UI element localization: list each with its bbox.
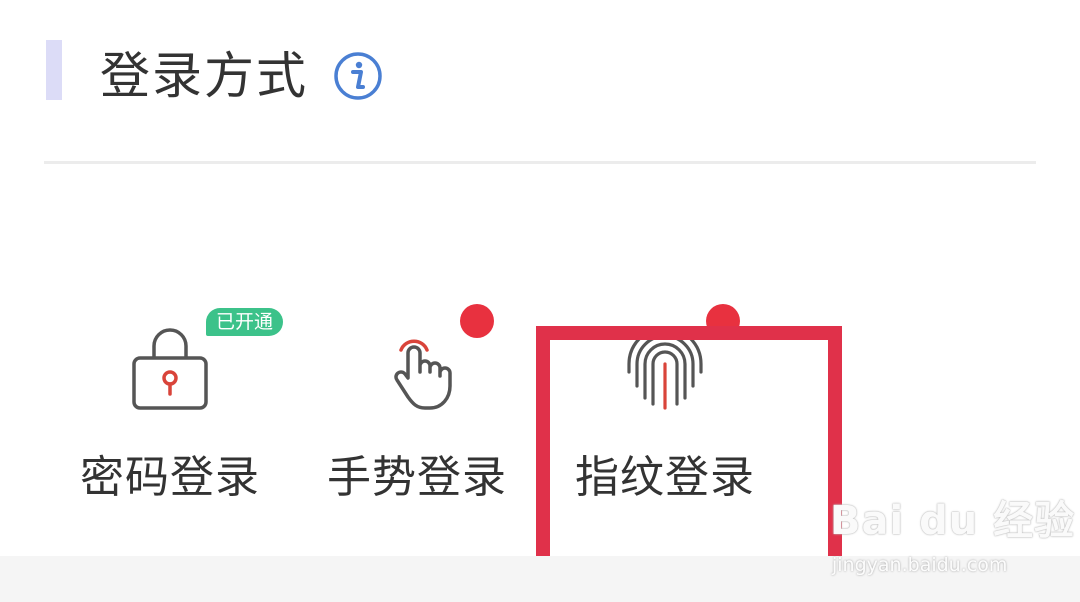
lock-icon <box>124 320 216 412</box>
section-accent-bar <box>46 40 62 100</box>
gesture-notification-dot <box>460 304 494 338</box>
password-login-label: 密码登录 <box>80 452 260 503</box>
fingerprint-login-label: 指纹登录 <box>575 452 755 503</box>
gesture-tap-icon <box>371 320 463 412</box>
fingerprint-icon <box>619 320 711 412</box>
header-divider <box>44 161 1036 164</box>
bottom-band <box>0 556 1080 602</box>
password-login-option[interactable]: 已开通 密码登录 <box>55 300 285 520</box>
fingerprint-notification-dot <box>706 304 740 338</box>
section-title: 登录方式 <box>100 47 308 105</box>
watermark-brand: Bai du 经验 <box>830 498 1076 544</box>
login-method-screen: 登录方式 已开通 密码登录 手势登录 指纹登录 Bai du 经验 jingya… <box>0 0 1080 602</box>
info-icon[interactable] <box>332 50 384 102</box>
fingerprint-login-option[interactable]: 指纹登录 <box>550 300 780 520</box>
enabled-badge: 已开通 <box>206 308 284 336</box>
gesture-login-label: 手势登录 <box>327 452 507 503</box>
gesture-login-option[interactable]: 手势登录 <box>302 300 532 520</box>
